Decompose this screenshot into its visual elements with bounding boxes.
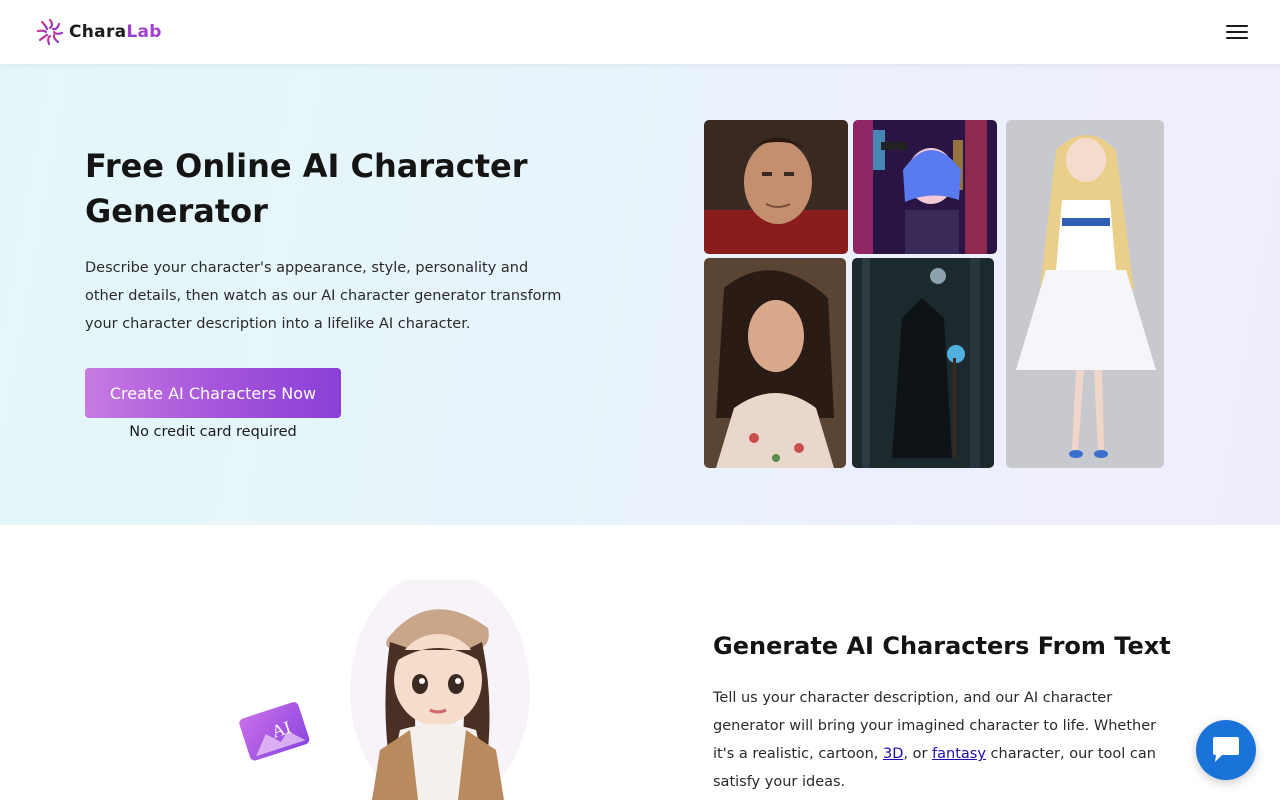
site-header: CharaLab (0, 0, 1280, 64)
charalab-logo[interactable]: CharaLab (35, 16, 162, 48)
chat-bubble-icon (1213, 737, 1239, 762)
section-description: Tell us your character description, and … (713, 684, 1173, 796)
hero-section: Free Online AI Character Generator Descr… (0, 64, 1280, 525)
chat-widget-button[interactable] (1196, 720, 1256, 780)
hamburger-menu-icon[interactable] (1224, 22, 1250, 42)
gallery-image-anime-neon-girl (853, 120, 997, 254)
ai-character-illustration: AI (230, 570, 550, 800)
desc-text-part2: , or (903, 746, 933, 762)
create-characters-button[interactable]: Create AI Characters Now (85, 368, 341, 418)
logo-wordmark: CharaLab (69, 22, 162, 42)
link-3d[interactable]: 3D (883, 746, 903, 762)
logo-text-chara: Chara (69, 22, 127, 42)
no-credit-card-note: No credit card required (129, 424, 297, 440)
logo-text-lab: Lab (126, 22, 162, 42)
gallery-image-man-portrait (704, 120, 848, 254)
link-fantasy[interactable]: fantasy (932, 746, 986, 762)
logo-swirl-icon (36, 18, 64, 46)
hero-description: Describe your character's appearance, st… (85, 260, 562, 332)
gallery-image-dark-wizard (852, 258, 994, 468)
gallery-image-woman-portrait (704, 258, 846, 468)
gallery-image-anime-white-dress (1006, 120, 1164, 468)
hero-title: Free Online AI Character Generator (85, 147, 528, 230)
section-title-generate-from-text: Generate AI Characters From Text (713, 632, 1171, 660)
